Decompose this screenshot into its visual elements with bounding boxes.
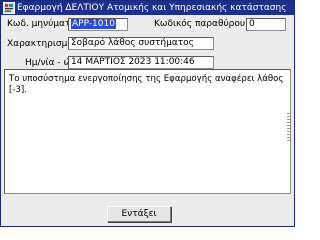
datetime-field[interactable]: 14 ΜΑΡΤΙΟΣ 2023 11:00:46 — [68, 56, 214, 69]
message-textarea[interactable]: Το υποσύστημα ενεργοποίησης της Εφαρμογή… — [4, 69, 291, 194]
characterization-field[interactable]: Σοβαρό λάθος συστήματος — [68, 37, 214, 50]
window-code-label: Κωδικός παραθύρου: — [154, 19, 249, 29]
app-icon — [3, 2, 15, 14]
window-title: Εφαρμογή ΔΕΛΤΙΟΥ Ατομικής και Υπηρεσιακή… — [17, 3, 287, 13]
message-code-field[interactable]: APP-1010 — [68, 18, 128, 31]
window-code-field[interactable]: 0 — [246, 18, 286, 31]
message-code-value: APP-1010 — [71, 19, 116, 29]
ok-button[interactable]: Εντάξει — [107, 206, 171, 222]
resize-grip-icon[interactable] — [286, 111, 291, 161]
error-dialog: Εφαρμογή ΔΕΛΤΙΟΥ Ατομικής και Υπηρεσιακή… — [0, 0, 295, 227]
title-bar[interactable]: Εφαρμογή ΔΕΛΤΙΟΥ Ατομικής και Υπηρεσιακή… — [1, 1, 294, 15]
